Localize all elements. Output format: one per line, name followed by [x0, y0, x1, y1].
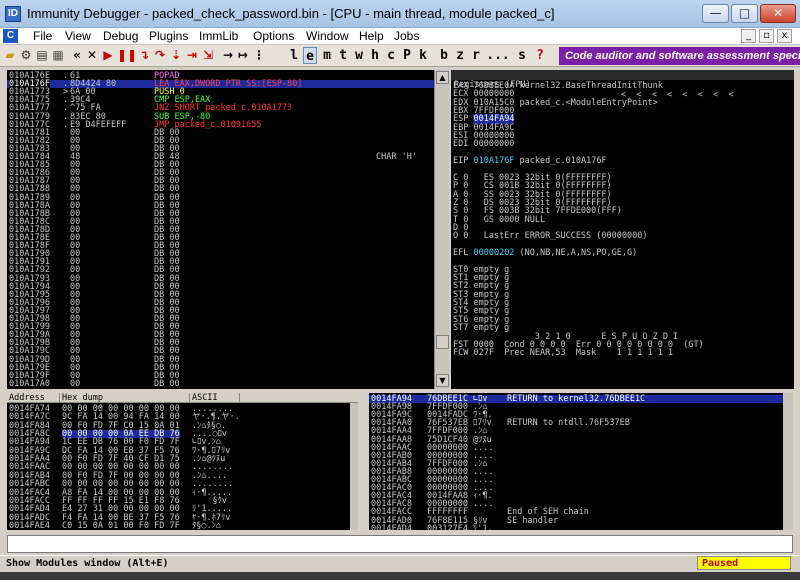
scroll-down-icon[interactable]: ▼: [436, 374, 449, 387]
attach-icon[interactable]: ⚙: [19, 48, 33, 63]
log-window-button[interactable]: l: [287, 47, 301, 64]
register-line[interactable]: EFL 00000202 (NO,NB,NE,A,NS,PO,GE,G): [453, 249, 637, 258]
restart-icon[interactable]: «: [70, 48, 84, 63]
menu-bar: C File View Debug Plugins ImmLib Options…: [0, 28, 800, 45]
go-to-expression-icon[interactable]: ↦: [236, 48, 250, 63]
menu-options[interactable]: Options: [253, 29, 294, 43]
status-message: Show Modules window (Alt+E): [6, 558, 169, 569]
window-title: Immunity Debugger - packed_check_passwor…: [27, 6, 555, 21]
register-line[interactable]: EDI 00000000: [453, 140, 514, 149]
stack-scrollbar[interactable]: [783, 393, 793, 530]
minimize-button[interactable]: —: [702, 4, 729, 23]
menu-immlib[interactable]: ImmLib: [199, 29, 238, 43]
hardware-breakpoints-button[interactable]: z: [453, 47, 467, 64]
threads-button[interactable]: t: [336, 47, 350, 64]
row-disassembly: DB 00: [154, 378, 180, 389]
run-trace-button[interactable]: r: [469, 47, 483, 64]
banner: Code auditor and software assessment spe…: [559, 47, 800, 65]
run-icon[interactable]: ▶: [101, 48, 115, 63]
stack-ascii: ﾘ'1.: [473, 523, 493, 530]
dump-header-hex[interactable]: Hex dump: [60, 393, 190, 403]
animate-icon[interactable]: ⋮: [252, 48, 266, 63]
dump-ascii: ﾀ§○.ﾝ⌂: [192, 520, 221, 530]
row-hex: 00: [70, 378, 81, 389]
menu-help[interactable]: Help: [359, 29, 384, 43]
registers-pane[interactable]: Registers (FPU) < < < < < < < < EAX 76DB…: [451, 70, 794, 389]
memory-map-button[interactable]: m: [320, 47, 334, 64]
dump-address: 0014FAE4: [9, 520, 50, 530]
menu-window[interactable]: Window: [306, 29, 349, 43]
cpu-button[interactable]: c: [384, 47, 398, 64]
trace-over-icon[interactable]: ⇥: [185, 48, 199, 63]
cpu-window-icon[interactable]: C: [3, 29, 18, 43]
hex-dump-pane[interactable]: Address Hex dump ASCII 0014FA74 00 00 00 …: [7, 393, 358, 530]
command-line-input[interactable]: [7, 535, 793, 553]
dump-header-address[interactable]: Address: [7, 393, 60, 403]
windows-button[interactable]: w: [352, 47, 366, 64]
go-to-icon[interactable]: →: [221, 48, 235, 63]
step-into-icon[interactable]: ↴: [137, 48, 151, 63]
menu-debug[interactable]: Debug: [103, 29, 138, 43]
patches-button[interactable]: P: [400, 47, 414, 64]
taskbar-strip: [0, 572, 800, 580]
title-bar: ID Immunity Debugger - packed_check_pass…: [0, 0, 800, 28]
disassembly-scrollbar[interactable]: ▲ ▼: [434, 70, 449, 389]
mdi-restore-button[interactable]: ▫: [759, 29, 774, 43]
pause-icon[interactable]: ❚❚: [117, 48, 137, 63]
dump-row[interactable]: 0014FAE4 C0 15 0A 01 00 F0 FD 7F ﾀ§○.ﾝ⌂: [7, 520, 352, 530]
menu-plugins[interactable]: Plugins: [149, 29, 188, 43]
dump-header-ascii[interactable]: ASCII: [190, 393, 240, 403]
disassembly-pane[interactable]: 010A176E. 61 POPAD 010A176F. 8D4424 80 LEA EA…: [7, 70, 434, 389]
scroll-thumb[interactable]: [436, 335, 449, 349]
register-line[interactable]: EIP 010A176F packed_c.010A176F: [453, 157, 607, 166]
mdi-close-button[interactable]: x: [777, 29, 792, 43]
handles-button[interactable]: h: [368, 47, 382, 64]
executable-modules-button[interactable]: e: [303, 47, 317, 64]
menu-view[interactable]: View: [65, 29, 91, 43]
stack-pane[interactable]: 0014FA94 76DBEE1C ∟ﾛv RETURN to kernel32.76…: [369, 393, 793, 530]
open-folder-icon[interactable]: ▰: [3, 48, 17, 63]
close-button[interactable]: ✕: [760, 4, 796, 23]
register-line[interactable]: FCW 027F Prec NEAR,53 Mask 1 1 1 1 1 1: [453, 349, 673, 358]
trace-into-icon[interactable]: ⇣: [169, 48, 183, 63]
status-bar: Show Modules window (Alt+E): [0, 555, 800, 571]
more-button[interactable]: ...: [485, 47, 511, 64]
step-over-icon[interactable]: ↷: [153, 48, 167, 63]
app-icon: ID: [5, 6, 21, 22]
stack-value: 003127E4: [427, 523, 468, 530]
register-line[interactable]: O 0 LastErr ERROR_SUCCESS (00000000): [453, 232, 647, 241]
execute-till-return-icon[interactable]: ⇲: [201, 48, 215, 63]
terminal-icon[interactable]: ▤: [35, 48, 49, 63]
menu-file[interactable]: File: [33, 29, 52, 43]
row-address: 010A17A0: [9, 378, 50, 389]
maximize-button[interactable]: □: [731, 4, 758, 23]
call-stack-button[interactable]: k: [416, 47, 430, 64]
mdi-minimize-button[interactable]: _: [741, 29, 756, 43]
dump-header: Address Hex dump ASCII: [7, 393, 358, 403]
registers-header[interactable]: Registers (FPU) < < < < < < < <: [451, 70, 794, 100]
disassembly-row[interactable]: 010A17A0 00 DB 00: [7, 378, 434, 389]
dump-hex: C0 15 0A 01 00 F0 FD 7F: [62, 520, 180, 530]
recent-icon[interactable]: ▦: [51, 48, 65, 63]
dump-scrollbar[interactable]: [350, 403, 358, 530]
help-button[interactable]: ?: [533, 47, 547, 64]
scroll-up-icon[interactable]: ▲: [436, 71, 449, 84]
menu-jobs[interactable]: Jobs: [394, 29, 419, 43]
breakpoints-button[interactable]: b: [437, 47, 451, 64]
stack-address: 0014FAD4: [371, 523, 412, 530]
debugger-state-badge: Paused: [697, 556, 791, 570]
source-button[interactable]: s: [515, 47, 529, 64]
close-process-icon[interactable]: ✕: [85, 48, 99, 63]
stack-row[interactable]: 0014FAD4 003127E4 ﾘ'1.: [369, 523, 793, 530]
